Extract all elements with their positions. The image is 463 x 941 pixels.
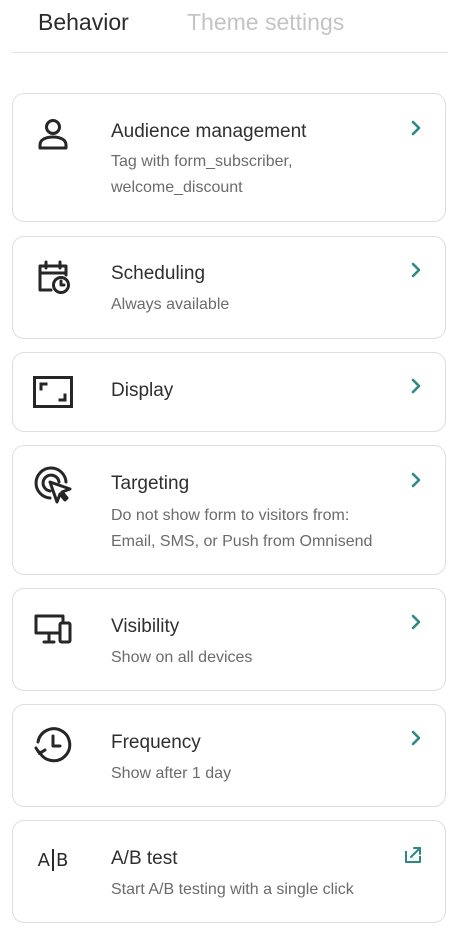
chevron-right-icon[interactable] xyxy=(409,729,423,747)
tab-behavior[interactable]: Behavior xyxy=(38,8,129,36)
audience-management-desc-line1: Tag with form_subscriber, xyxy=(111,153,293,170)
frequency-card[interactable]: Frequency Show after 1 day xyxy=(12,704,446,807)
frame-corners-icon xyxy=(31,370,75,414)
visibility-title: Visibility xyxy=(111,616,180,637)
ab-test-card[interactable]: A B A/B test Start A/B testing with a si… xyxy=(12,820,446,923)
visibility-card[interactable]: Visibility Show on all devices xyxy=(12,588,446,691)
devices-icon xyxy=(31,607,75,651)
targeting-desc-line2: Email, SMS, or Push from Omnisend xyxy=(111,533,373,550)
chevron-right-icon[interactable] xyxy=(409,377,423,395)
chevron-right-icon[interactable] xyxy=(409,471,423,489)
ab-test-desc: Start A/B testing with a single click xyxy=(111,881,354,898)
scheduling-desc: Always available xyxy=(111,296,230,313)
tab-divider xyxy=(12,52,448,53)
tab-bar: Behavior Theme settings xyxy=(0,0,463,53)
ab-icon-divider xyxy=(51,849,54,871)
audience-management-title: Audience management xyxy=(111,121,307,142)
frequency-title: Frequency xyxy=(111,732,201,753)
scheduling-title: Scheduling xyxy=(111,263,206,284)
targeting-title: Targeting xyxy=(111,473,190,494)
scheduling-card[interactable]: Scheduling Always available xyxy=(12,236,446,339)
chevron-right-icon[interactable] xyxy=(409,613,423,631)
ab-icon-letter-b: B xyxy=(55,849,69,871)
chevron-right-icon[interactable] xyxy=(409,261,423,279)
ab-icon-letter-a: A xyxy=(37,849,50,871)
targeting-card[interactable]: Targeting Do not show form to visitors f… xyxy=(12,445,446,575)
display-card[interactable]: Display xyxy=(12,352,446,432)
history-clock-icon xyxy=(31,723,75,767)
targeting-desc-line1: Do not show form to visitors from: xyxy=(111,507,350,524)
frequency-desc: Show after 1 day xyxy=(111,765,232,782)
calendar-clock-icon xyxy=(31,255,75,299)
external-link-icon[interactable] xyxy=(403,845,423,865)
display-title: Display xyxy=(111,380,174,401)
ab-test-title: A/B test xyxy=(111,848,178,869)
target-cursor-icon xyxy=(31,463,75,507)
visibility-desc: Show on all devices xyxy=(111,649,253,666)
audience-management-desc-line2: welcome_discount xyxy=(111,179,243,196)
audience-management-card[interactable]: Audience management Tag with form_subscr… xyxy=(12,93,446,222)
user-icon xyxy=(31,112,75,156)
chevron-right-icon[interactable] xyxy=(409,119,423,137)
tab-theme-settings[interactable]: Theme settings xyxy=(187,8,344,36)
ab-test-icon: A B xyxy=(31,838,75,882)
